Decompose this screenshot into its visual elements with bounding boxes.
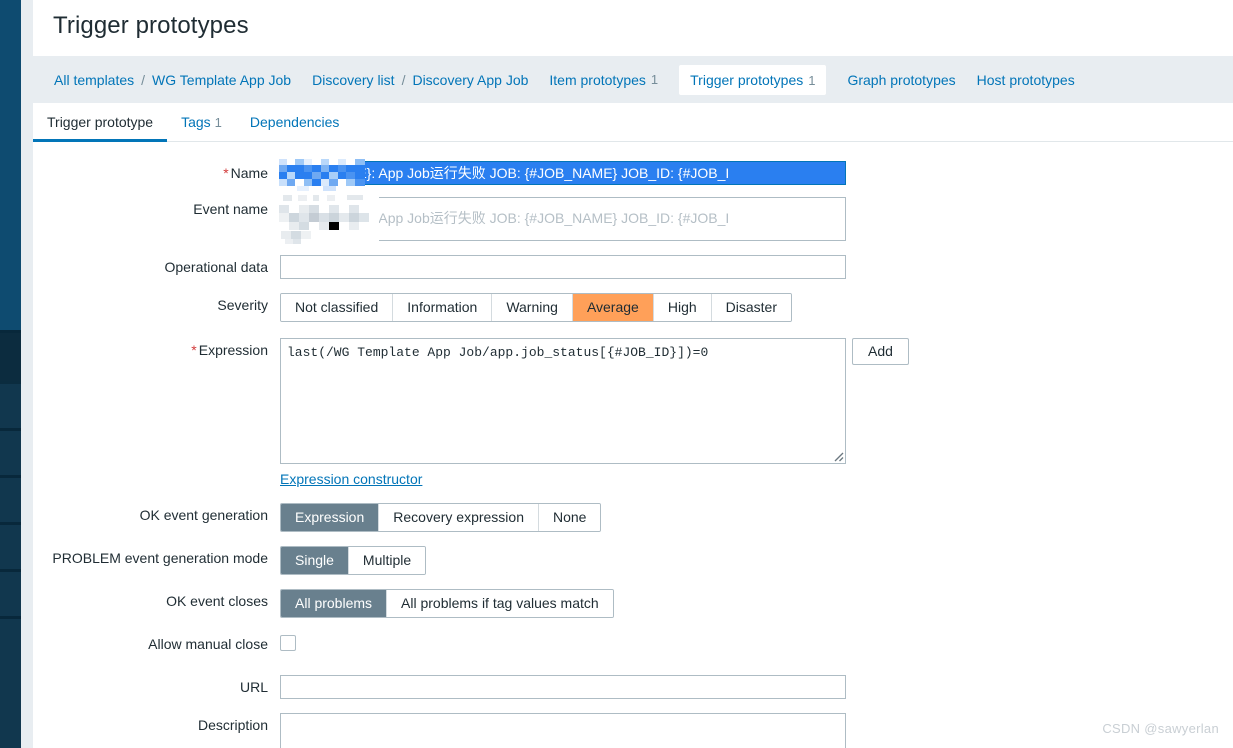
- ok-event-generation-option-none[interactable]: None: [539, 504, 601, 531]
- breadcrumb-item-discovery-list[interactable]: Discovery list: [312, 72, 394, 88]
- tab-trigger-prototype[interactable]: Trigger prototype: [33, 103, 168, 142]
- event-name-placeholder: HOST.NAME}: App Job运行失败 JOB: {#JOB_NAME}…: [285, 210, 730, 226]
- ok-event-closes-field-wrap: All problems All problems if tag values …: [280, 589, 614, 618]
- ok-event-generation-option-recovery-expression[interactable]: Recovery expression: [379, 504, 539, 531]
- form-row-expression: * Expression last(/WG Template App Job/ap…: [33, 338, 1233, 489]
- app-root: Trigger prototypes All templates / WG Te…: [0, 0, 1233, 748]
- trigger-prototypes-count: 1: [808, 72, 816, 88]
- breadcrumb-item-item-prototypes[interactable]: Item prototypes: [549, 72, 646, 88]
- name-label: * Name: [223, 165, 268, 181]
- form-row-ok-event-closes: OK event closes All problems All problem…: [33, 589, 1233, 618]
- description-textarea[interactable]: [280, 713, 846, 748]
- form-row-operational-data: Operational data: [33, 255, 1233, 279]
- name-input-value: HOST.NAME}: App Job运行失败 JOB: {#JOB_NAME}…: [281, 162, 845, 184]
- form-row-severity: Severity Not classified Information Warn…: [33, 293, 1233, 322]
- allow-manual-close-field-wrap: [280, 632, 296, 651]
- severity-option-disaster[interactable]: Disaster: [711, 294, 791, 321]
- operational-data-label: Operational data: [164, 259, 268, 275]
- description-label: Description: [197, 717, 268, 733]
- breadcrumb-item-wg-template-app-job[interactable]: WG Template App Job: [152, 72, 291, 88]
- ok-event-closes-option-all-problems-if-tag-values-match[interactable]: All problems if tag values match: [387, 590, 613, 617]
- problem-event-generation-mode-field-wrap: Single Multiple: [280, 546, 427, 575]
- form-row-event-name: Event name HOST.NAME}: App Job运行失败 JOB: …: [33, 191, 1233, 247]
- severity-option-information[interactable]: Information: [393, 294, 493, 321]
- operational-data-input[interactable]: [280, 255, 846, 279]
- severity-option-high[interactable]: High: [653, 294, 712, 321]
- item-prototypes-count: 1: [650, 72, 659, 87]
- expression-label: * Expression: [191, 342, 268, 358]
- breadcrumb-item-all-templates[interactable]: All templates: [54, 72, 134, 88]
- trigger-prototypes-label: Trigger prototypes: [690, 71, 804, 88]
- required-marker: *: [223, 165, 229, 181]
- problem-event-generation-mode-label: PROBLEM event generation mode: [52, 550, 268, 566]
- ok-event-closes-segmented-control: All problems All problems if tag values …: [280, 589, 614, 618]
- breadcrumb-item-graph-prototypes[interactable]: Graph prototypes: [847, 72, 955, 88]
- breadcrumb-separator: /: [401, 71, 406, 88]
- tab-tags-label: Tags: [181, 114, 211, 130]
- ok-event-closes-label: OK event closes: [166, 593, 268, 609]
- ok-event-generation-field-wrap: Expression Recovery expression None: [280, 503, 602, 532]
- tab-trigger-prototype-label: Trigger prototype: [47, 114, 154, 130]
- page-header: Trigger prototypes: [33, 0, 1233, 56]
- operational-data-field-wrap: [280, 255, 846, 279]
- allow-manual-close-checkbox[interactable]: [280, 635, 296, 651]
- breadcrumb-item-discovery-app-job[interactable]: Discovery App Job: [412, 72, 528, 88]
- ok-event-closes-option-all-problems[interactable]: All problems: [281, 590, 388, 617]
- form-row-description: Description: [33, 713, 1233, 748]
- severity-option-not-classified[interactable]: Not classified: [281, 294, 394, 321]
- description-field-wrap: [280, 713, 846, 748]
- expression-textarea[interactable]: last(/WG Template App Job/app.job_status…: [280, 338, 846, 464]
- url-field-wrap: [280, 675, 846, 699]
- severity-segmented-control: Not classified Information Warning Avera…: [280, 293, 792, 322]
- tab-tags-count: 1: [214, 115, 222, 130]
- breadcrumb-item-trigger-prototypes-active[interactable]: Trigger prototypes 1: [679, 64, 827, 95]
- severity-field-wrap: Not classified Information Warning Avera…: [280, 293, 792, 322]
- problem-event-generation-mode-option-multiple[interactable]: Multiple: [348, 547, 426, 574]
- severity-label: Severity: [217, 297, 268, 313]
- tab-dependencies-label: Dependencies: [249, 114, 340, 130]
- expression-constructor-link[interactable]: Expression constructor: [280, 471, 422, 487]
- expression-field-wrap: last(/WG Template App Job/app.job_status…: [280, 338, 909, 489]
- expression-constructor-row: Expression constructor: [280, 471, 909, 489]
- required-marker: *: [191, 342, 197, 358]
- breadcrumb-bar: All templates / WG Template App Job Disc…: [33, 56, 1233, 103]
- nav-rail-gutter: [21, 0, 33, 748]
- form-row-problem-event-generation-mode: PROBLEM event generation mode Single Mul…: [33, 546, 1233, 575]
- breadcrumb: All templates / WG Template App Job Disc…: [33, 56, 1075, 103]
- severity-option-average[interactable]: Average: [572, 294, 654, 321]
- breadcrumb-item-host-prototypes[interactable]: Host prototypes: [977, 72, 1075, 88]
- left-nav-rail[interactable]: [0, 0, 21, 748]
- tab-dependencies[interactable]: Dependencies: [236, 103, 354, 141]
- ok-event-generation-label: OK event generation: [139, 507, 268, 523]
- form-row-url: URL: [33, 675, 1233, 699]
- tab-tags[interactable]: Tags 1: [167, 103, 236, 141]
- trigger-prototype-form: * Name HOST.NAME}: App Job运行失败 JOB: {#JOB…: [33, 142, 1233, 748]
- form-tab-bar: Trigger prototype Tags 1 Dependencies: [33, 103, 1233, 142]
- ok-event-generation-segmented-control: Expression Recovery expression None: [280, 503, 602, 532]
- form-row-ok-event-generation: OK event generation Expression Recovery …: [33, 503, 1233, 532]
- allow-manual-close-label: Allow manual close: [148, 636, 268, 652]
- problem-event-generation-mode-option-single[interactable]: Single: [281, 547, 349, 574]
- watermark: CSDN @sawyerlan: [1102, 721, 1219, 736]
- url-input[interactable]: [280, 675, 846, 699]
- breadcrumb-separator: /: [141, 71, 146, 88]
- event-name-field-wrap: HOST.NAME}: App Job运行失败 JOB: {#JOB_NAME}…: [279, 191, 846, 247]
- content-card: Trigger prototype Tags 1 Dependencies * Na…: [33, 103, 1233, 748]
- form-row-name: * Name HOST.NAME}: App Job运行失败 JOB: {#JOB…: [33, 153, 1233, 193]
- ok-event-generation-option-expression[interactable]: Expression: [281, 504, 380, 531]
- form-row-allow-manual-close: Allow manual close: [33, 632, 1233, 656]
- url-label: URL: [239, 679, 268, 695]
- name-field-wrap: HOST.NAME}: App Job运行失败 JOB: {#JOB_NAME}…: [279, 153, 846, 193]
- page-title: Trigger prototypes: [53, 12, 249, 39]
- event-name-label: Event name: [193, 201, 268, 217]
- severity-option-warning[interactable]: Warning: [492, 294, 573, 321]
- expression-add-button[interactable]: Add: [852, 338, 909, 365]
- problem-event-generation-mode-segmented-control: Single Multiple: [280, 546, 427, 575]
